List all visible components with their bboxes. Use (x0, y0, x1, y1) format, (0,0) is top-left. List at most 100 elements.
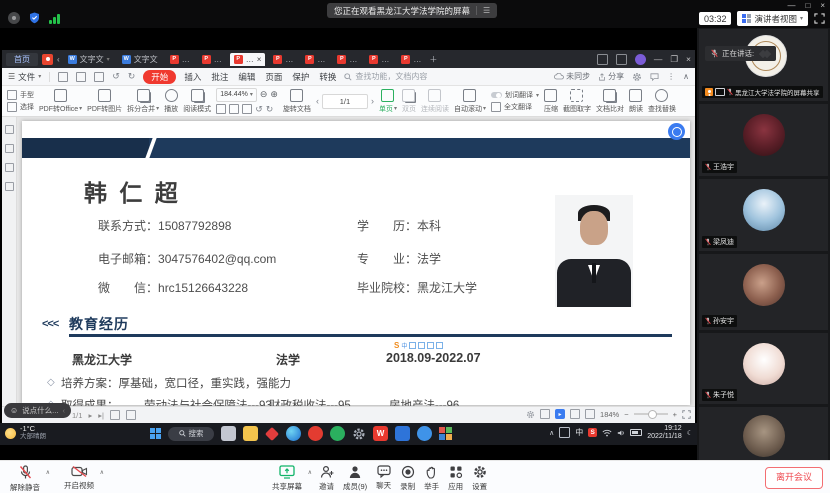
tab-pdf-3[interactable]: P… (269, 53, 297, 66)
tab-pdf-6[interactable]: P… (365, 53, 393, 66)
pdf-to-office-button[interactable]: PDF转Office▾ (39, 89, 82, 114)
zoom-slider[interactable] (634, 413, 668, 415)
page-fit-icon[interactable] (540, 409, 550, 419)
taskbar-search[interactable]: 搜索 (168, 427, 214, 441)
sogou-ime-icon[interactable]: S (588, 428, 597, 437)
file-explorer-icon[interactable] (243, 426, 258, 441)
floating-assistant-button[interactable] (668, 123, 685, 140)
file-menu[interactable]: ☰文件▾ (8, 71, 41, 83)
view-layout-icon[interactable] (110, 410, 120, 420)
tab-pdf-1[interactable]: P… (166, 53, 194, 66)
sync-status[interactable]: 未同步 (554, 71, 590, 82)
zoom-minus-icon[interactable]: − (624, 410, 628, 419)
tab-scroll-left[interactable]: ‹ (57, 55, 60, 64)
account-avatar[interactable] (635, 54, 646, 65)
start-video-button[interactable]: 开启视频 ∧ (64, 465, 94, 493)
participant-tile[interactable] (699, 407, 828, 460)
weather-widget[interactable]: -1°C 大部晴朗 (5, 425, 46, 441)
wps-close-button[interactable]: × (686, 54, 691, 64)
select-tool[interactable]: 选择 (7, 102, 34, 112)
unmute-button[interactable]: 解除静音 ∧ (10, 465, 40, 493)
start-button[interactable] (150, 428, 161, 439)
ribbon-search[interactable]: 查找功能，文档内容 (344, 71, 427, 82)
new-tab-button[interactable]: ＋ (429, 54, 437, 65)
full-translate-button[interactable]: 全文翻译 (491, 102, 532, 112)
wps-restore-button[interactable]: ❐ (670, 54, 678, 65)
zoom-in-icon[interactable]: ⊕ (270, 89, 278, 100)
invite-button[interactable]: 邀请 (319, 465, 334, 492)
security-shield-icon[interactable] (29, 12, 40, 24)
blue-circle-app-icon[interactable] (417, 426, 432, 441)
thumbnail-panel-icon[interactable] (5, 144, 14, 153)
open-icon[interactable] (58, 72, 68, 82)
print-icon[interactable] (94, 72, 104, 82)
tray-expand-icon[interactable]: ∧ (549, 429, 554, 437)
double-page-button[interactable]: 双页 (402, 89, 416, 114)
play-button[interactable]: 播放 (164, 89, 178, 114)
participant-tile[interactable]: 王浩宇 (699, 104, 828, 176)
tab-close-icon[interactable]: × (257, 55, 262, 64)
close-button[interactable]: × (820, 1, 825, 10)
snip-ocr-button[interactable]: 截图取字 (563, 89, 591, 114)
fit-page-icon[interactable] (585, 409, 595, 419)
doc-compare-button[interactable]: 文档比对 (596, 89, 624, 114)
chevron-up-icon[interactable]: ∧ (100, 469, 104, 476)
outline-panel-icon[interactable] (5, 182, 14, 191)
notification-moon-icon[interactable]: ☾ (687, 429, 693, 437)
music-app-icon[interactable] (308, 426, 323, 441)
leave-meeting-button[interactable]: 离开会议 (765, 467, 823, 489)
tab-home[interactable]: 首页 (6, 53, 38, 66)
page-number-field[interactable]: 1/1 (322, 94, 368, 109)
assistant-input-pill[interactable]: ☺ 说点什么... ‹ (4, 403, 71, 418)
redo-icon[interactable]: ↻ (128, 71, 136, 82)
fullscreen-icon[interactable] (814, 13, 825, 24)
chevron-up-icon[interactable]: ∧ (46, 469, 50, 476)
collapse-ribbon-icon[interactable]: ∧ (683, 72, 689, 81)
pdf-to-image-button[interactable]: PDF转图片 (87, 89, 122, 114)
continuous-read-button[interactable]: 连续阅读 (421, 89, 449, 114)
comment-bubble-icon[interactable] (650, 73, 659, 81)
ribbon-tab-comment[interactable]: 批注 (211, 71, 228, 83)
participant-tile[interactable]: 梁凤迪 (699, 179, 828, 251)
battery-icon[interactable] (630, 429, 642, 436)
next-page-icon[interactable]: › (371, 96, 374, 106)
wifi-icon[interactable] (602, 429, 612, 437)
record-button[interactable]: 录制 (400, 465, 415, 492)
settings-gear-icon[interactable] (352, 427, 366, 441)
fullscreen-icon[interactable] (682, 410, 691, 419)
word-translate-toggle[interactable]: 划词翻译▾ (491, 90, 539, 100)
prev-page-icon[interactable]: ‹ (316, 96, 319, 106)
apps-button[interactable]: 应用 (448, 465, 463, 492)
settings-button[interactable]: 设置 (472, 465, 487, 492)
save-icon[interactable] (76, 72, 86, 82)
maximize-button[interactable]: □ (805, 1, 810, 10)
view-mode-button[interactable]: 演讲者视图 ▾ (737, 11, 808, 26)
fit-width-icon[interactable] (216, 104, 226, 114)
ribbon-tab-start[interactable]: 开始 (143, 70, 176, 84)
rotate-left-icon[interactable]: ↺ (255, 104, 263, 115)
compress-button[interactable]: 压缩 (544, 89, 558, 114)
tab-pdf-5[interactable]: P… (333, 53, 361, 66)
chevron-up-icon[interactable]: ∧ (308, 469, 312, 476)
network-signal-icon[interactable] (49, 13, 60, 24)
taskbar-clock[interactable]: 19:12 2022/11/18 (647, 425, 682, 440)
sogou-ime-toolbar[interactable]: S 中 (394, 341, 443, 350)
ribbon-tab-edit[interactable]: 编辑 (238, 71, 255, 83)
photos-app-icon[interactable] (439, 427, 452, 440)
gear-icon[interactable] (632, 72, 642, 82)
wechat-icon[interactable] (330, 426, 345, 441)
tab-pdf-active[interactable]: P…× (230, 53, 266, 66)
zoom-plus-icon[interactable]: + (673, 410, 677, 419)
hand-tool[interactable]: 手型 (7, 90, 34, 100)
tab-pdf-4[interactable]: P… (301, 53, 329, 66)
fit-width-icon[interactable] (570, 409, 580, 419)
edge-browser-icon[interactable] (286, 426, 301, 441)
gear-icon[interactable] (526, 410, 535, 419)
banner-menu-icon[interactable]: ☰ (483, 6, 490, 15)
tab-pdf-2[interactable]: P… (198, 53, 226, 66)
rotate-right-icon[interactable]: ↻ (266, 104, 274, 115)
docer-icon[interactable] (42, 54, 53, 65)
red-diamond-app-icon[interactable] (265, 426, 279, 440)
watching-banner[interactable]: 您正在观看黑龙江大学法学院的屏幕 ☰ (327, 3, 497, 18)
read-aloud-button[interactable]: 朗读 (629, 89, 643, 114)
